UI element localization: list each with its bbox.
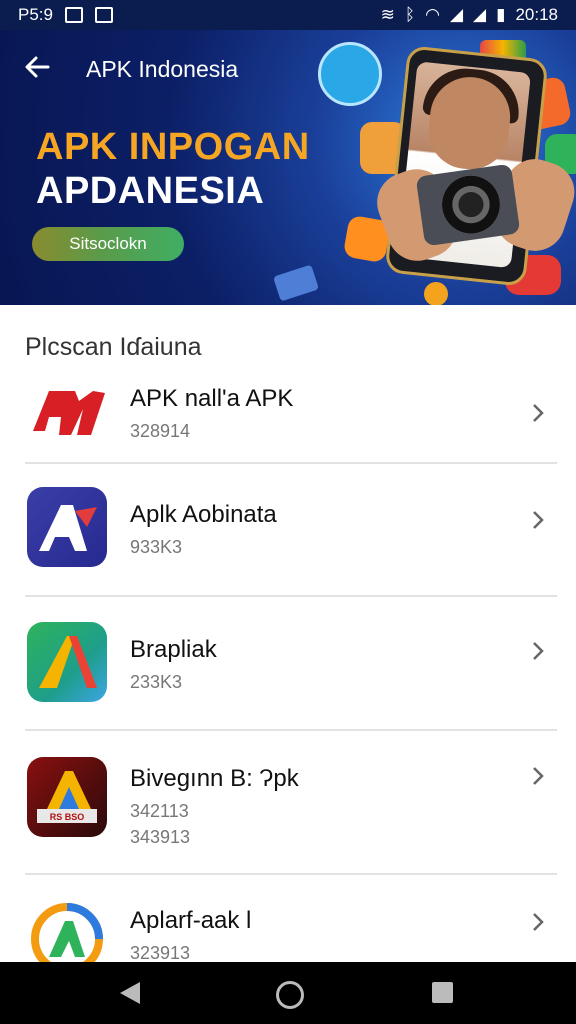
nav-recents-icon[interactable]	[432, 982, 453, 1003]
chevron-right-icon	[533, 511, 544, 529]
divider	[25, 595, 557, 597]
app-name: APK nall'a APK	[130, 385, 294, 412]
banner-headline: APK INPOGAN	[36, 126, 310, 168]
app-icon-dark-red: RS BSO	[27, 757, 107, 837]
nav-home-icon[interactable]	[276, 981, 304, 1009]
app-icon-red-logo	[27, 373, 107, 453]
status-time-left: P5:9	[18, 5, 53, 24]
chevron-right-icon	[533, 767, 544, 785]
status-time: 20:18	[515, 5, 558, 24]
app-meta-secondary: 343913	[130, 827, 191, 847]
keyboard-deco-icon	[272, 264, 320, 302]
app-title: APK Indonesia	[86, 56, 239, 82]
bird-app-icon	[318, 42, 382, 106]
app-meta: 323913	[130, 943, 191, 963]
small-globe-icon	[424, 282, 448, 305]
banner-button[interactable]: Sitsoclokn	[32, 227, 184, 261]
chevron-right-icon	[533, 642, 544, 660]
hero-banner: APK Indonesia APK INPOGAN APDANESIA Sits…	[0, 30, 576, 305]
app-name: Aplk Aobinata	[130, 501, 277, 528]
section-title: Plcscan Iɗaiuna	[25, 333, 202, 361]
navigation-bar	[0, 962, 576, 1024]
camera-illustration	[415, 163, 521, 247]
app-meta: 233K3	[130, 672, 183, 692]
vibrate-icon: ≋	[380, 5, 395, 24]
battery-icon: ▮	[496, 5, 506, 24]
signal-icon-2: ◢	[473, 5, 487, 24]
status-bar: P5:9 ≋ ᛒ ◠ ◢ ◢ ▮ 20:18	[0, 0, 576, 30]
app-meta: 342113	[130, 801, 189, 821]
app-name: Brapliak	[130, 636, 217, 663]
banner-subheadline: APDANESIA	[36, 170, 265, 212]
app-name: Aplarf-aak l	[130, 907, 252, 934]
signal-icon: ◢	[449, 5, 464, 24]
nav-back-icon[interactable]	[120, 982, 140, 1004]
divider	[25, 729, 557, 731]
app-meta: 933K3	[130, 537, 183, 557]
gallery-icon	[94, 7, 113, 23]
bluetooth-icon: ᛒ	[404, 5, 416, 24]
app-icon-blue-a	[27, 487, 107, 567]
back-arrow-icon[interactable]	[22, 52, 52, 82]
notification-icon	[64, 7, 83, 23]
app-icon-green-a	[27, 622, 107, 702]
chevron-right-icon	[533, 404, 544, 422]
app-meta: 328914	[130, 421, 191, 441]
divider	[25, 873, 557, 875]
divider	[25, 462, 557, 464]
app-icon-label: RS BSO	[50, 812, 85, 822]
app-name: Bivegınn B: Ɂpk	[130, 765, 299, 792]
wifi-icon: ◠	[425, 5, 440, 24]
chevron-right-icon	[533, 913, 544, 931]
